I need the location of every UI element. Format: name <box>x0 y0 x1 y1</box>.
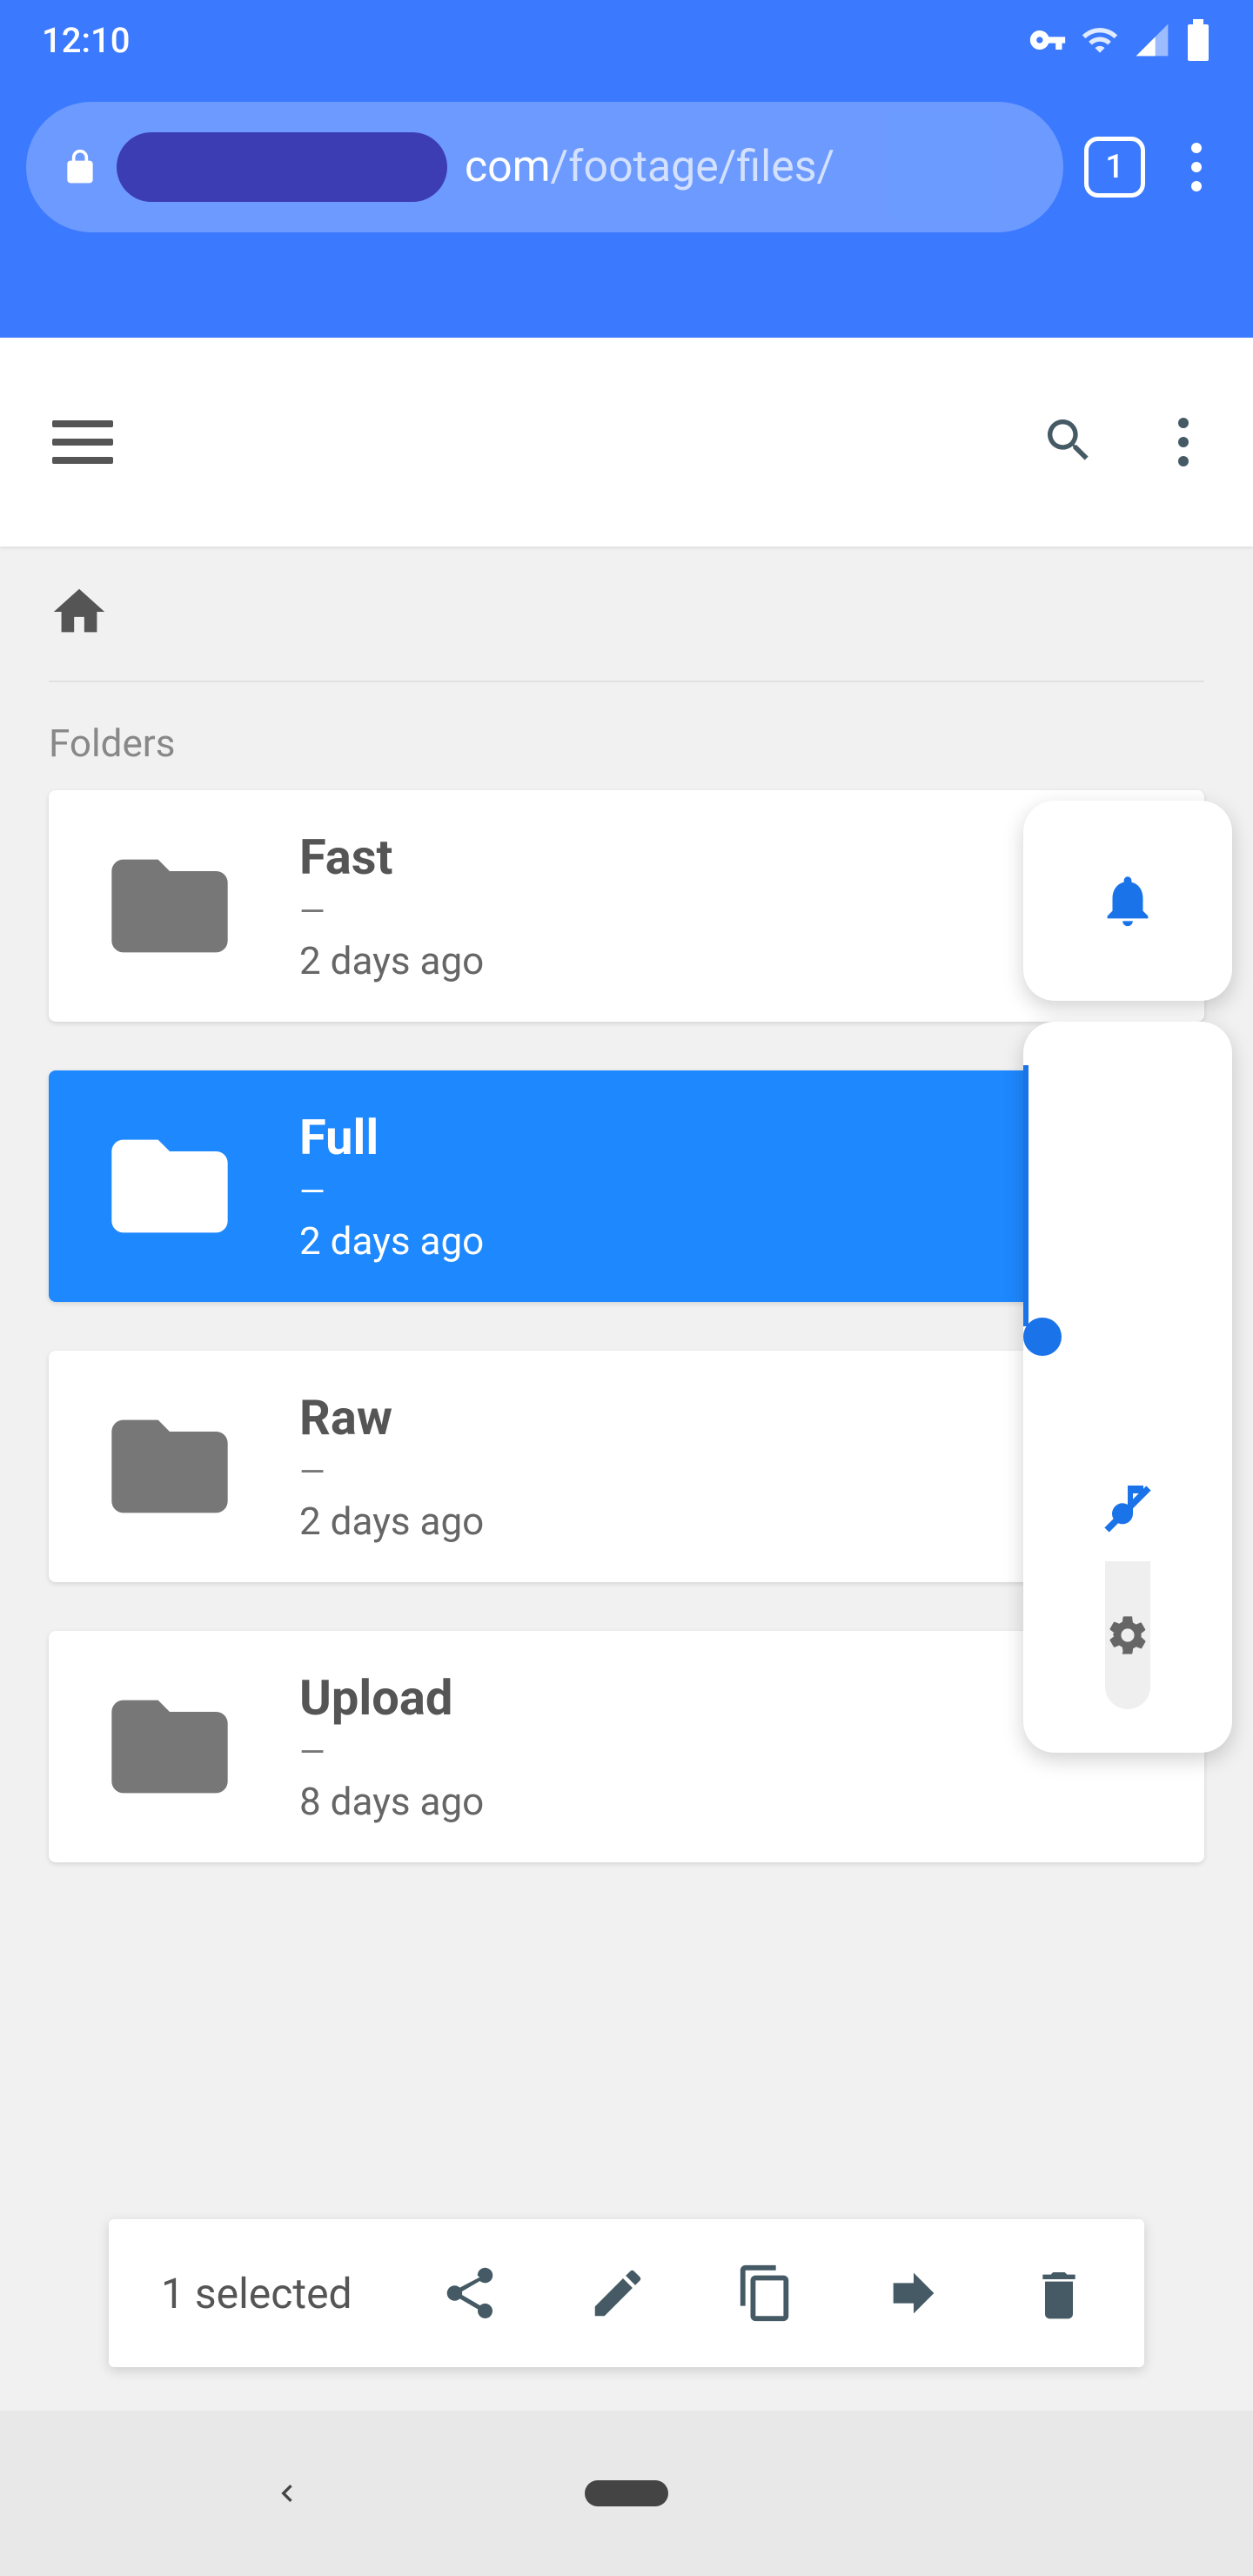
folder-name: Upload <box>299 1669 484 1727</box>
search-icon <box>1041 413 1096 468</box>
breadcrumb <box>49 547 1204 682</box>
address-row: com/footage/files/ 1 <box>0 80 1253 254</box>
folder-icon <box>87 1677 252 1816</box>
folder-icon <box>87 1117 252 1256</box>
selection-count: 1 selected <box>161 2269 352 2318</box>
volume-slider-thumb[interactable] <box>1023 1318 1062 1356</box>
copy-icon[interactable] <box>735 2263 796 2324</box>
folder-name: Raw <box>299 1389 484 1446</box>
volume-panel <box>1023 801 1232 1753</box>
lock-icon <box>61 143 99 191</box>
folder-icon <box>87 1397 252 1536</box>
folder-date: 2 days ago <box>299 1218 484 1264</box>
app-toolbar <box>0 338 1253 547</box>
app-menu-button[interactable] <box>1166 418 1201 466</box>
back-button[interactable] <box>270 2476 305 2511</box>
home-gesture-handle[interactable] <box>585 2480 668 2506</box>
wifi-icon <box>1081 21 1119 59</box>
tab-switcher[interactable]: 1 <box>1084 137 1145 198</box>
folder-name: Fast <box>299 828 484 886</box>
folder-size: — <box>299 1173 484 1211</box>
volume-slider[interactable] <box>1023 1065 1232 1457</box>
hamburger-menu-button[interactable] <box>52 420 113 464</box>
folder-size: — <box>299 1734 484 1772</box>
vpn-key-icon <box>1029 21 1067 59</box>
edit-icon[interactable] <box>587 2263 648 2324</box>
search-button[interactable] <box>1041 413 1096 472</box>
move-icon[interactable] <box>883 2263 944 2324</box>
url-text: com/footage/files/ <box>465 142 834 192</box>
selection-action-bar: 1 selected <box>109 2219 1144 2367</box>
volume-settings-button[interactable] <box>1105 1561 1150 1709</box>
redacted-domain <box>117 132 447 202</box>
status-time: 12:10 <box>42 20 130 61</box>
folder-date: 2 days ago <box>299 1499 484 1544</box>
home-icon[interactable] <box>49 581 110 642</box>
signal-icon <box>1133 21 1171 59</box>
browser-chrome: 12:10 com/footage/files/ 1 <box>0 0 1253 338</box>
folder-name: Full <box>299 1109 484 1166</box>
folder-icon <box>87 836 252 976</box>
ringer-mode-button[interactable] <box>1023 801 1232 1001</box>
section-label: Folders <box>49 721 1204 766</box>
music-off-icon <box>1096 1478 1159 1540</box>
system-nav-bar <box>0 2411 1253 2576</box>
status-icons <box>1029 19 1211 61</box>
share-icon[interactable] <box>439 2263 500 2324</box>
delete-icon[interactable] <box>1031 2261 1087 2325</box>
folder-size: — <box>299 893 484 931</box>
folder-date: 8 days ago <box>299 1779 484 1824</box>
browser-menu-button[interactable] <box>1166 143 1227 191</box>
folder-date: 2 days ago <box>299 938 484 983</box>
media-output-button[interactable] <box>1096 1457 1159 1561</box>
status-bar: 12:10 <box>0 0 1253 80</box>
bell-icon <box>1097 870 1158 931</box>
volume-slider-card <box>1023 1022 1232 1753</box>
folder-size: — <box>299 1453 484 1492</box>
battery-icon <box>1185 19 1211 61</box>
address-bar[interactable]: com/footage/files/ <box>26 102 1063 232</box>
gear-icon <box>1105 1613 1150 1658</box>
